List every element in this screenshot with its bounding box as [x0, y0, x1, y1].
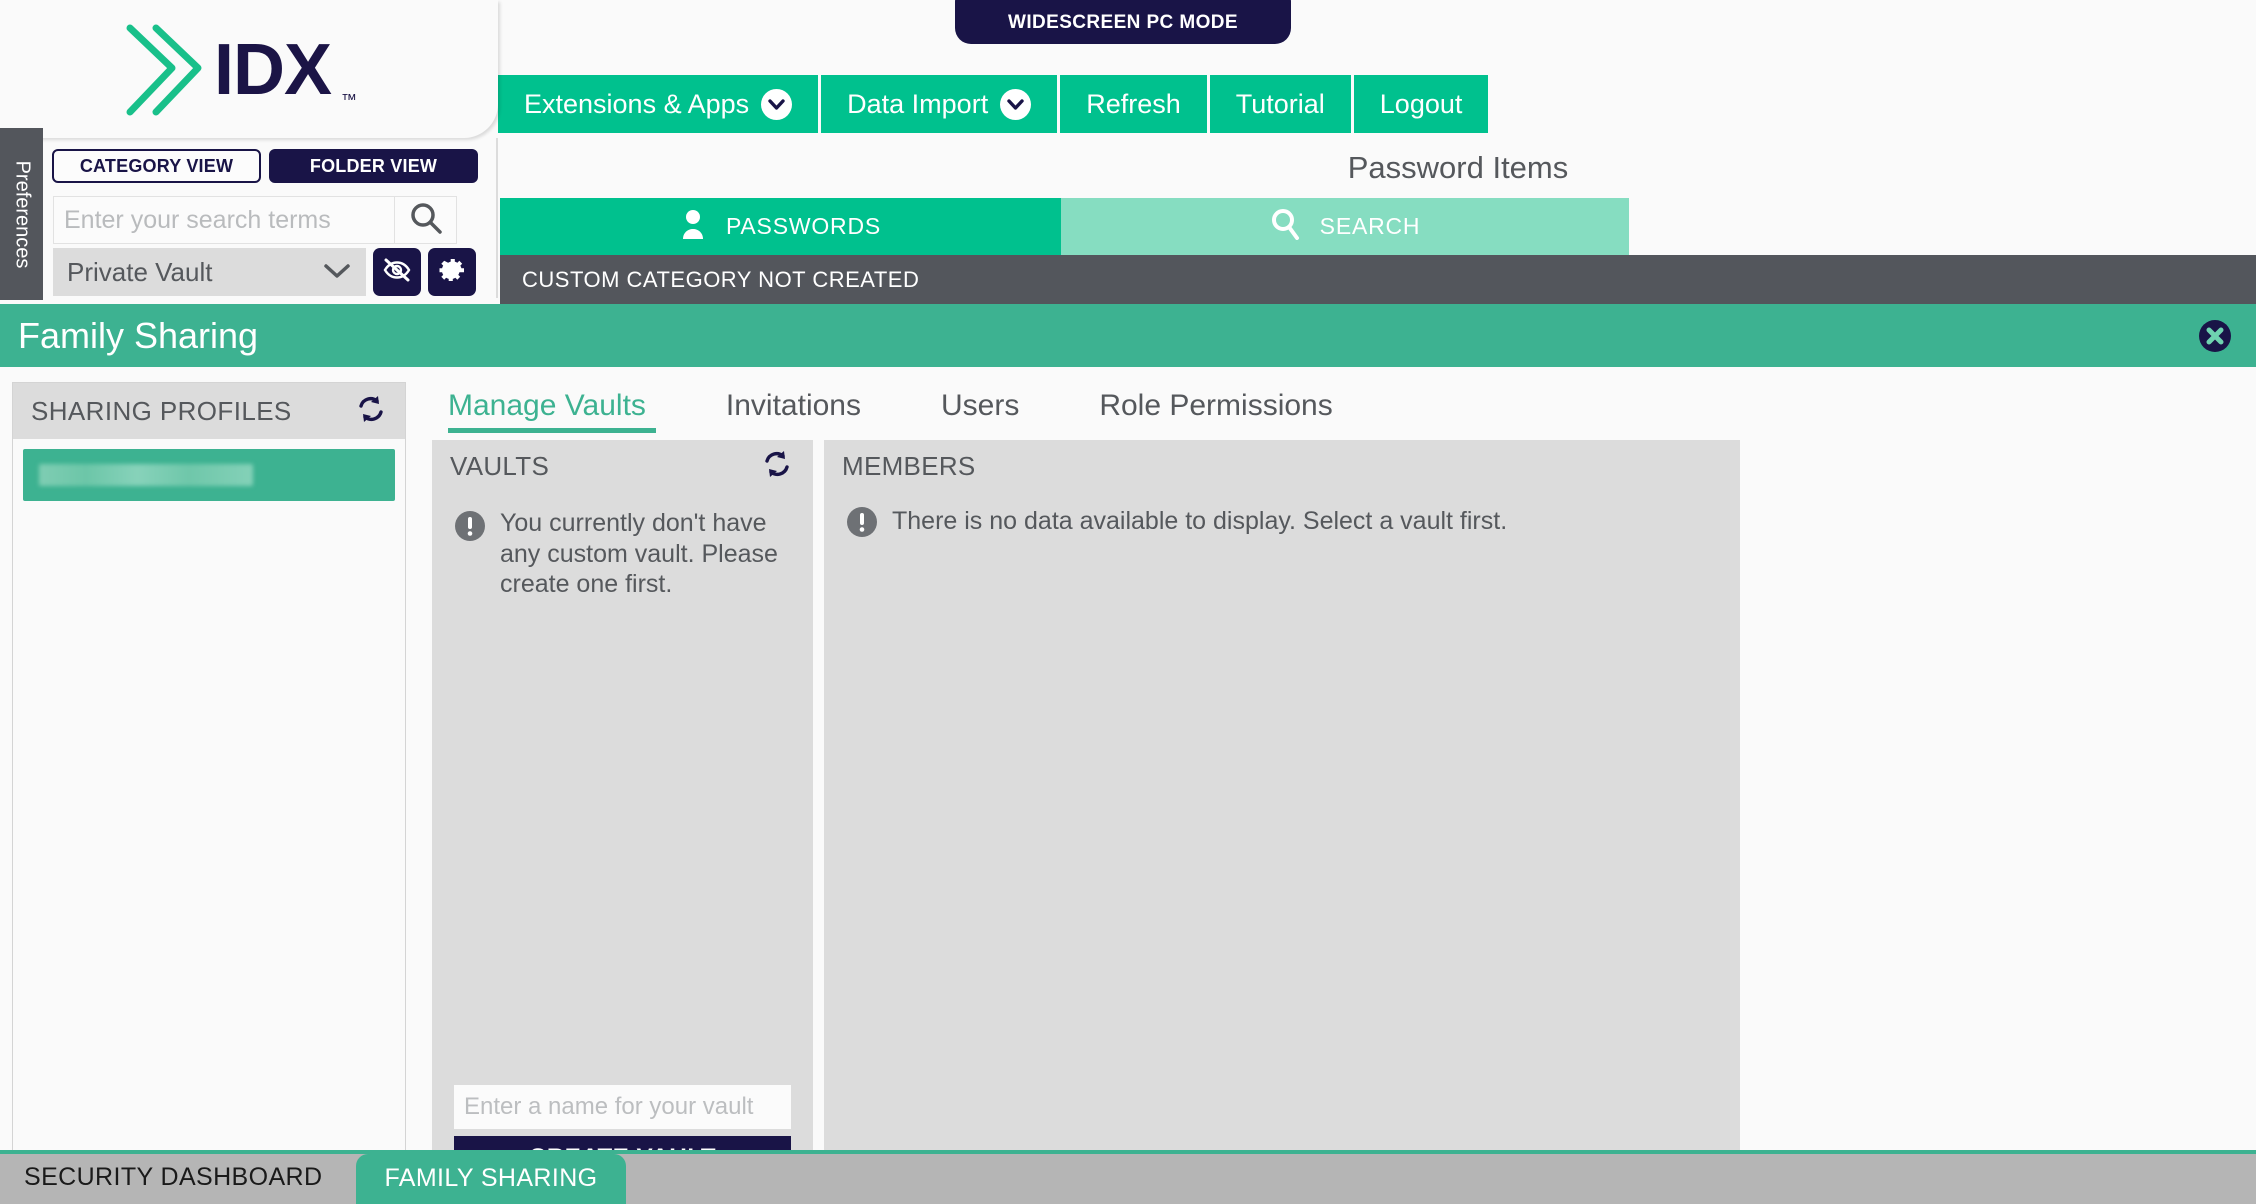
page-title: Password Items [1347, 150, 1569, 185]
left-control-panel: CATEGORY VIEW FOLDER VIEW Private Vault [0, 138, 498, 298]
search-input[interactable] [54, 197, 394, 243]
top-navigation: Extensions & Apps Data Import Refresh Tu… [498, 75, 1489, 133]
idx-chevron-logo-icon [120, 22, 204, 118]
nav-logout[interactable]: Logout [1353, 75, 1489, 133]
family-sharing-header: Family Sharing [0, 304, 2256, 367]
nav-refresh[interactable]: Refresh [1060, 75, 1207, 133]
tab-search-label: SEARCH [1319, 213, 1421, 239]
refresh-icon[interactable] [761, 448, 793, 485]
list-item[interactable] [23, 449, 395, 501]
chevron-down-icon [761, 88, 793, 120]
sharing-profiles-list [13, 439, 405, 501]
vault-name-input[interactable] [454, 1085, 791, 1129]
sharing-profiles-header: SHARING PROFILES [13, 383, 405, 439]
refresh-icon[interactable] [355, 393, 387, 430]
members-panel: MEMBERS There is no data available to di… [824, 440, 1740, 1202]
widescreen-mode-badge[interactable]: WIDESCREEN PC MODE [955, 0, 1291, 44]
tab-passwords-label: PASSWORDS [725, 213, 881, 239]
vaults-header: VAULTS [432, 440, 813, 492]
search-icon [1270, 208, 1300, 246]
redacted-profile-name [39, 464, 253, 486]
hide-passwords-button[interactable] [373, 248, 421, 296]
app-root: Password Items PASSWORDS SEARCH CUSTOM C… [0, 0, 2256, 1204]
nav-extensions-apps-label: Extensions & Apps [524, 88, 750, 119]
search-icon [409, 201, 443, 240]
vaults-empty-text: You currently don't have any custom vaul… [500, 509, 778, 598]
family-sharing-panel: Family Sharing SHARING PROFILES Manage V… [0, 304, 2256, 1204]
gear-icon [437, 255, 467, 290]
chevron-down-icon [322, 257, 352, 288]
tab-role-permissions[interactable]: Role Permissions [1059, 389, 1372, 433]
folder-view-button[interactable]: FOLDER VIEW [269, 149, 478, 183]
eye-slash-icon [382, 257, 412, 288]
vaults-title: VAULTS [450, 450, 550, 481]
search-button[interactable] [394, 197, 456, 243]
logo-card: IDX ™ [0, 0, 498, 138]
members-title: MEMBERS [842, 450, 976, 481]
sharing-profiles-title: SHARING PROFILES [31, 395, 292, 426]
preferences-tab[interactable]: Preferences [0, 128, 43, 300]
brand-wordmark: IDX [214, 30, 332, 110]
family-sharing-title: Family Sharing [18, 314, 259, 356]
brand-logo: IDX ™ [120, 22, 357, 118]
members-empty-message: There is no data available to display. S… [824, 492, 1740, 538]
vaults-empty-message: You currently don't have any custom vaul… [432, 492, 813, 600]
family-sharing-tabs: Manage Vaults Invitations Users Role Per… [420, 389, 1373, 433]
vaults-panel: VAULTS You currently don't have any cust… [432, 440, 813, 1202]
vault-selector-row: Private Vault [53, 248, 476, 296]
bottom-tab-security-dashboard[interactable]: SECURITY DASHBOARD [0, 1163, 356, 1204]
content-tabs: PASSWORDS SEARCH [500, 198, 2256, 255]
members-empty-text: There is no data available to display. S… [892, 506, 1508, 535]
tab-passwords[interactable]: PASSWORDS [500, 198, 1061, 255]
trademark-symbol: ™ [341, 92, 358, 109]
vault-selector-value: Private Vault [67, 256, 213, 287]
settings-button[interactable] [428, 248, 476, 296]
preferences-label: Preferences [11, 160, 33, 268]
family-sharing-body: SHARING PROFILES Manage Vaults Invitatio… [0, 367, 2256, 1202]
nav-extensions-apps[interactable]: Extensions & Apps [498, 75, 819, 133]
sharing-profiles-panel: SHARING PROFILES [12, 382, 406, 1202]
tab-search[interactable]: SEARCH [1061, 198, 1629, 255]
nav-tutorial[interactable]: Tutorial [1209, 75, 1351, 133]
person-icon [680, 209, 706, 245]
tabs-filler [1629, 198, 2256, 255]
bottom-tab-family-sharing[interactable]: FAMILY SHARING [356, 1154, 626, 1204]
custom-category-bar: CUSTOM CATEGORY NOT CREATED [500, 255, 2256, 304]
nav-data-import-label: Data Import [847, 88, 989, 119]
password-items-header: Password Items [500, 138, 2256, 198]
vault-selector[interactable]: Private Vault [53, 248, 366, 296]
category-view-button[interactable]: CATEGORY VIEW [52, 149, 261, 183]
chevron-down-icon [1000, 88, 1032, 120]
tab-invitations[interactable]: Invitations [686, 389, 901, 433]
search-bar [53, 196, 457, 244]
custom-category-label: CUSTOM CATEGORY NOT CREATED [522, 266, 920, 292]
exclamation-icon [454, 510, 486, 542]
exclamation-icon [846, 506, 878, 538]
bottom-tab-bar: SECURITY DASHBOARD FAMILY SHARING [0, 1150, 2256, 1204]
tab-manage-vaults[interactable]: Manage Vaults [420, 389, 686, 433]
nav-data-import[interactable]: Data Import [821, 75, 1058, 133]
members-header: MEMBERS [824, 440, 1740, 492]
tab-users[interactable]: Users [901, 389, 1059, 433]
view-toggle-group: CATEGORY VIEW FOLDER VIEW [52, 149, 478, 183]
widescreen-mode-label: WIDESCREEN PC MODE [1008, 12, 1238, 33]
close-circle-icon[interactable] [2198, 319, 2232, 353]
